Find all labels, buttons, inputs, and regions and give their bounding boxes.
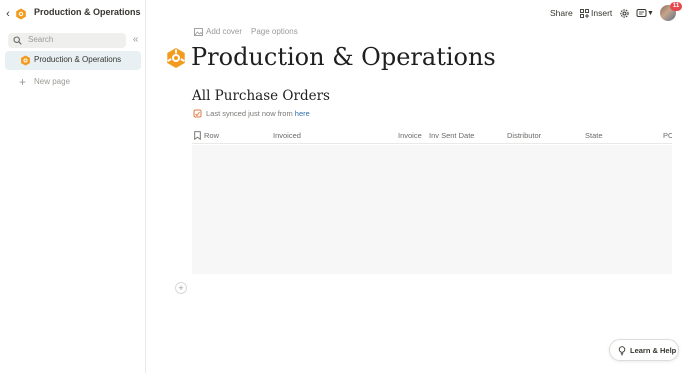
column-header-invoiced[interactable]: Invoiced	[273, 131, 301, 140]
add-block-button[interactable]: +	[175, 282, 187, 294]
insert-grid-icon[interactable]	[580, 9, 589, 18]
column-header-distributor[interactable]: Distributor	[507, 131, 541, 140]
page-title[interactable]: Production & Operations	[191, 43, 496, 71]
back-arrow-icon[interactable]: ‹	[3, 7, 13, 21]
hexagon-logo-icon	[16, 8, 26, 20]
column-header-row[interactable]: Row	[204, 131, 219, 140]
sidebar-item-label: Production & Operations	[34, 55, 122, 64]
chevron-down-icon[interactable]: ▼	[647, 8, 654, 19]
learn-help-label: Learn & Help	[630, 346, 677, 355]
comment-icon[interactable]	[636, 8, 647, 19]
bookmark-icon	[194, 131, 201, 140]
sync-source-link[interactable]: here	[295, 109, 310, 118]
sync-status-text: Last synced just now from	[206, 109, 295, 118]
table-header: Row Invoiced Invoice Inv Sent Date Distr…	[192, 128, 672, 144]
sidebar-item-production-operations[interactable]: Production & Operations	[5, 51, 141, 70]
lightbulb-icon	[618, 346, 626, 356]
image-icon	[194, 28, 203, 36]
add-cover-button[interactable]: Add cover	[206, 27, 242, 36]
column-header-po[interactable]: PO	[663, 131, 672, 140]
insert-button[interactable]: Insert	[591, 8, 612, 18]
plus-icon: +	[19, 75, 27, 89]
sync-icon	[193, 109, 202, 118]
column-header-invoice[interactable]: Invoice	[398, 131, 422, 140]
search-icon	[13, 36, 22, 45]
sidebar-header: ‹ Production & Operations	[0, 0, 146, 28]
collapse-sidebar-icon[interactable]: «	[130, 34, 141, 46]
search-placeholder: Search	[28, 35, 54, 44]
notification-badge: 11	[670, 2, 682, 11]
workspace-title[interactable]: Production & Operations	[34, 7, 141, 17]
page-options-button[interactable]: Page options	[251, 27, 298, 36]
hexagon-page-icon	[21, 55, 30, 66]
sidebar: ‹ Production & Operations Search « Produ…	[0, 0, 146, 373]
column-header-state[interactable]: State	[585, 131, 603, 140]
hexagon-page-icon[interactable]	[165, 47, 187, 69]
section-title[interactable]: All Purchase Orders	[192, 88, 330, 104]
share-button[interactable]: Share	[550, 8, 573, 18]
new-page-label: New page	[34, 77, 71, 86]
gear-icon[interactable]	[619, 8, 630, 19]
table-body[interactable]	[192, 145, 672, 274]
column-header-inv-sent-date[interactable]: Inv Sent Date	[429, 131, 474, 140]
sidebar-search[interactable]: Search	[8, 33, 126, 48]
sync-status: Last synced just now from here	[206, 109, 310, 118]
learn-help-button[interactable]: Learn & Help	[609, 339, 679, 361]
new-page-button[interactable]: + New page	[5, 74, 141, 90]
